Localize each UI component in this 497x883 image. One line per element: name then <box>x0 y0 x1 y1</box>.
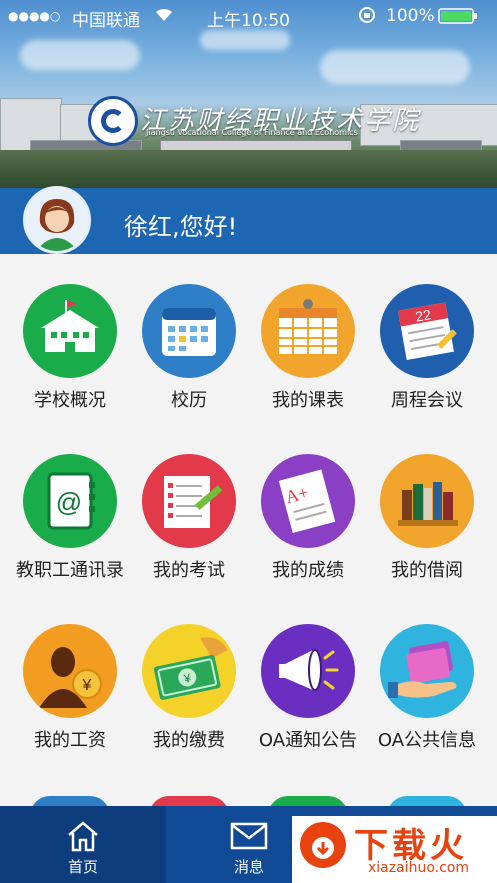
school-building-icon <box>23 284 117 378</box>
grade-paper-icon: A+ <box>261 454 355 548</box>
mail-icon <box>230 822 268 850</box>
grid-item-label: OA通知公告 <box>258 730 358 751</box>
grid-item-label: 我的缴费 <box>153 730 225 751</box>
ground <box>0 150 497 188</box>
watermark: 下载火 xiazaihuo.com <box>292 816 497 883</box>
avatar[interactable] <box>23 186 91 254</box>
grid-item-label: 教职工通讯录 <box>16 560 124 581</box>
grid-item-oa-notices[interactable]: OA通知公告 <box>249 624 367 752</box>
svg-text:22: 22 <box>414 306 432 324</box>
user-greeting: 徐红,您好! <box>124 213 238 241</box>
calendar-icon <box>142 284 236 378</box>
grid-item-my-salary[interactable]: ¥ 我的工资 <box>11 624 129 752</box>
svg-text:@: @ <box>56 487 82 517</box>
clock: 上午10:50 <box>207 11 290 31</box>
carrier-label: 中国联通 <box>72 11 140 31</box>
tab-label: 首页 <box>67 858 98 876</box>
header-banner: ●●●●○ 中国联通 上午10:50 100% 江苏财经职业技术学院 Jiang… <box>0 0 497 188</box>
grid-item-label: 校历 <box>171 390 207 411</box>
grid-item-my-grades[interactable]: A+ 我的成绩 <box>249 454 367 582</box>
battery-percent: 100% <box>386 6 435 26</box>
grid-item-label: 我的借阅 <box>391 560 463 581</box>
status-bar: ●●●●○ 中国联通 上午10:50 100% <box>0 0 497 34</box>
grid-item-label: 我的成绩 <box>272 560 344 581</box>
grid-item-school-calendar[interactable]: 校历 <box>130 284 248 412</box>
school-logo <box>88 96 138 146</box>
grid-item-my-exams[interactable]: 我的考试 <box>130 454 248 582</box>
grid-item-oa-public-info[interactable]: OA公共信息 <box>368 624 486 752</box>
grid-item-label: OA公共信息 <box>377 730 477 751</box>
grid-item-label: 学校概况 <box>34 390 106 411</box>
grid-item-label: 周程会议 <box>391 390 463 411</box>
svg-text:¥: ¥ <box>82 677 92 694</box>
grid-item-label: 我的工资 <box>34 730 106 751</box>
battery-icon <box>438 8 478 29</box>
school-name-english: Jiangsu Vocational College of Finance an… <box>146 128 358 137</box>
money-payment-icon: ¥ <box>142 624 236 718</box>
signal-indicator: ●●●●○ <box>8 9 61 23</box>
salary-person-icon: ¥ <box>23 624 117 718</box>
grid-item-my-borrowing[interactable]: 我的借阅 <box>368 454 486 582</box>
grid-item-school-overview[interactable]: 学校概况 <box>11 284 129 412</box>
home-icon <box>68 821 98 852</box>
desk-calendar-icon: 22 <box>380 284 474 378</box>
watermark-url: xiazaihuo.com <box>368 860 469 876</box>
grid-item-label: 我的考试 <box>153 560 225 581</box>
grid-item-my-timetable[interactable]: 我的课表 <box>249 284 367 412</box>
grid-item-my-payments[interactable]: ¥ 我的缴费 <box>130 624 248 752</box>
timetable-icon <box>261 284 355 378</box>
folder-hand-icon <box>380 624 474 718</box>
tab-home[interactable]: 首页 <box>0 806 166 883</box>
address-book-icon: @ <box>23 454 117 548</box>
megaphone-icon <box>261 624 355 718</box>
rotation-lock-icon <box>358 6 376 29</box>
grid-item-staff-directory[interactable]: @ 教职工通讯录 <box>11 454 129 582</box>
books-icon <box>380 454 474 548</box>
exam-paper-icon <box>142 454 236 548</box>
grid-item-label: 我的课表 <box>272 390 344 411</box>
grid-item-weekly-meeting[interactable]: 22 周程会议 <box>368 284 486 412</box>
flame-logo-icon <box>300 822 346 868</box>
wifi-icon <box>154 6 174 27</box>
